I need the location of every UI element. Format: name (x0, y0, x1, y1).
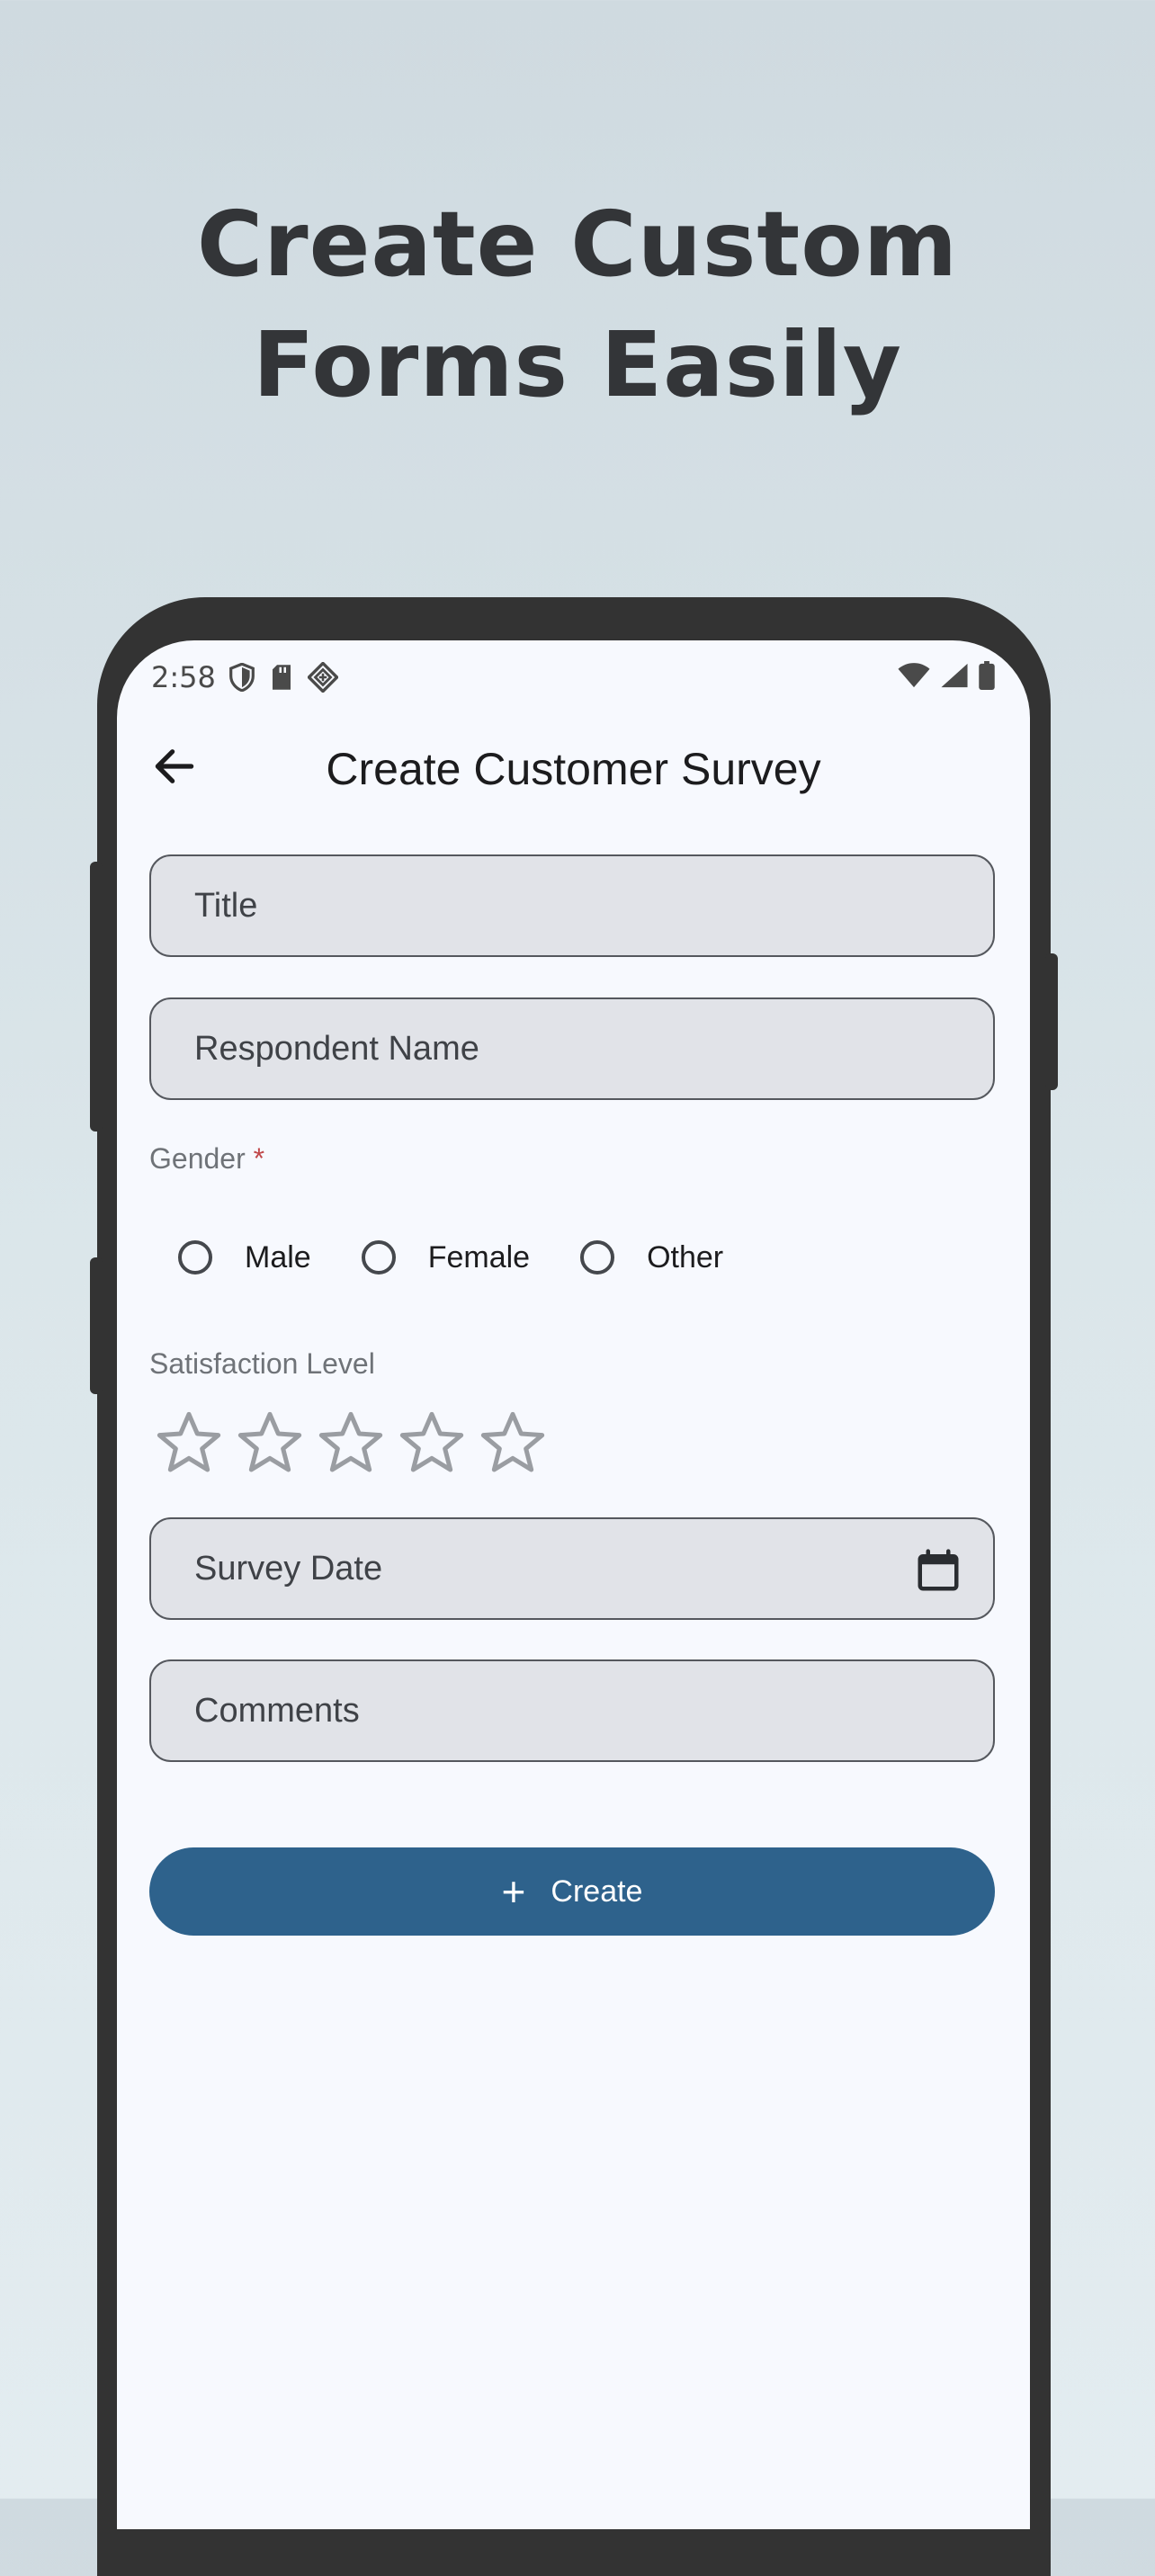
headline-line-1: Create Custom (196, 192, 959, 297)
star-icon[interactable] (153, 1407, 225, 1479)
required-asterisk: * (253, 1142, 265, 1175)
radio-button[interactable] (178, 1240, 212, 1275)
status-bar: 2:58 (151, 653, 996, 702)
app-bar: Create Customer Survey (117, 703, 1030, 829)
sd-card-icon (270, 664, 293, 691)
title-input-label: Title (194, 886, 258, 925)
shield-icon (228, 663, 255, 692)
battery-icon (978, 661, 996, 693)
phone-side-button-left-2 (90, 1257, 103, 1394)
survey-date-label: Survey Date (194, 1549, 383, 1588)
star-icon[interactable] (396, 1407, 468, 1479)
status-time: 2:58 (151, 660, 216, 694)
radio-button[interactable] (361, 1240, 396, 1275)
create-button[interactable]: + Create (149, 1847, 995, 1936)
network-diamond-icon (307, 662, 338, 693)
radio-button[interactable] (580, 1240, 615, 1275)
gender-label-text: Gender (149, 1142, 246, 1175)
respondent-name-label: Respondent Name (194, 1029, 479, 1068)
page-title: Create Customer Survey (326, 744, 821, 794)
title-input[interactable]: Title (149, 854, 995, 957)
star-icon[interactable] (234, 1407, 306, 1479)
star-icon[interactable] (477, 1407, 549, 1479)
wifi-icon (897, 662, 931, 693)
promo-headline: Create Custom Forms Easily (0, 184, 1155, 425)
phone-side-button-left-1 (90, 862, 103, 1131)
phone-screen: 2:58 Create Customer Survey Title Respon… (117, 640, 1030, 2529)
plus-icon: + (501, 1868, 526, 1915)
satisfaction-rating (153, 1407, 558, 1479)
cell-signal-icon (940, 662, 969, 693)
gender-label: Gender * (149, 1142, 264, 1176)
star-icon[interactable] (315, 1407, 387, 1479)
radio-label: Female (427, 1239, 531, 1275)
survey-date-input[interactable]: Survey Date (149, 1517, 995, 1620)
phone-side-button-right (1045, 953, 1058, 1090)
gender-option-male[interactable]: Male (178, 1240, 311, 1275)
gender-option-female[interactable]: Female (361, 1239, 531, 1275)
gender-radio-group: Male Female Other (178, 1230, 774, 1284)
satisfaction-label: Satisfaction Level (149, 1347, 375, 1380)
status-right-icons (897, 661, 996, 693)
create-button-label: Create (551, 1874, 643, 1909)
calendar-icon[interactable] (914, 1546, 962, 1595)
radio-label: Male (245, 1239, 311, 1275)
headline-line-2: Forms Easily (253, 312, 902, 417)
comments-label: Comments (194, 1691, 360, 1730)
gender-option-other[interactable]: Other (580, 1240, 723, 1275)
radio-label: Other (647, 1239, 724, 1275)
respondent-name-input[interactable]: Respondent Name (149, 997, 995, 1100)
comments-input[interactable]: Comments (149, 1659, 995, 1762)
